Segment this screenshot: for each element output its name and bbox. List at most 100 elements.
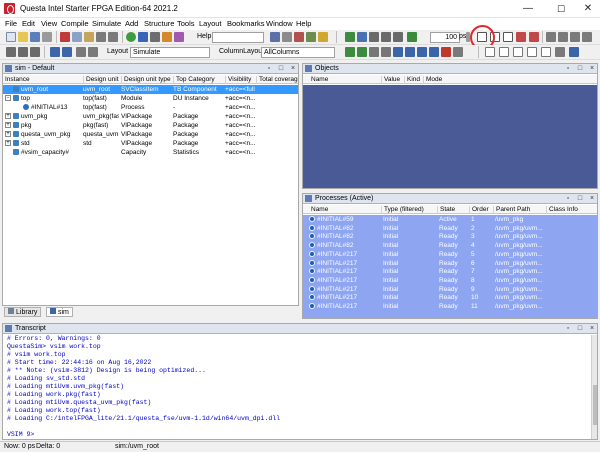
up-arrow-icon[interactable] [369, 32, 379, 42]
break-run-icon[interactable] [516, 32, 526, 42]
right-icon[interactable] [381, 47, 391, 57]
sim-tree-row[interactable]: + pkg pkg(fast) VlPackage Package +acc=<n... [3, 121, 298, 130]
menu-edit[interactable]: Edit [22, 19, 35, 28]
tree-expander-icon[interactable]: + [5, 131, 11, 137]
process-row[interactable]: #INITIAL#217 Initial Ready 6/uvm_pkg/uvm... [303, 258, 597, 268]
step-icon[interactable] [345, 32, 355, 42]
collapse-icon[interactable] [76, 47, 86, 57]
tree-expander-icon[interactable]: + [5, 122, 11, 128]
sim-tree-row[interactable]: + questa_uvm_pkg questa_uvm...VlPackage Pac… [3, 130, 298, 139]
run-length-input[interactable]: 100 [430, 32, 460, 43]
list-add-icon[interactable] [357, 47, 367, 57]
sim-tree-row[interactable]: uvm_root uvm_root SVClassItem TB Component +… [3, 85, 298, 94]
maximize-button[interactable]: ☐ [550, 2, 572, 16]
undo-icon[interactable] [96, 32, 106, 42]
pane-close-icon[interactable]: × [588, 65, 596, 73]
down-icon[interactable] [18, 47, 28, 57]
help-search-icon[interactable] [270, 32, 280, 42]
window-icon[interactable] [569, 47, 579, 57]
process-row[interactable]: #INITIAL#217 Initial Ready 8/uvm_pkg/uvm... [303, 275, 597, 285]
minimize-button[interactable]: — [517, 2, 539, 16]
menu-bookmarks[interactable]: Bookmarks [227, 19, 265, 28]
col-value[interactable]: Value [381, 76, 400, 84]
sim-tree-row[interactable]: - top top(fast) Module DU Instance +acc=<n... [3, 94, 298, 103]
step-over-icon[interactable] [357, 32, 367, 42]
tree-expander-icon[interactable]: + [5, 140, 11, 146]
filter-icon[interactable] [88, 47, 98, 57]
zoom-icon[interactable] [150, 32, 160, 42]
pane-maximize-icon[interactable]: □ [277, 65, 285, 73]
col-instance[interactable]: Instance [3, 76, 30, 84]
sim-tree-row[interactable]: #INITIAL#13 top(fast) Process - +acc=<n... [3, 103, 298, 112]
help-search-input[interactable] [212, 32, 264, 43]
next-edge-icon[interactable] [513, 47, 523, 57]
paste-icon[interactable] [84, 32, 94, 42]
layout-select[interactable]: Simulate [130, 47, 210, 58]
up-icon[interactable] [6, 47, 16, 57]
copy-icon[interactable] [72, 32, 82, 42]
zoom-cursor-icon[interactable] [429, 47, 439, 57]
wave-add-icon[interactable] [345, 47, 355, 57]
close-button[interactable]: ✕ [577, 2, 599, 16]
cut-icon[interactable] [60, 32, 70, 42]
menu-window[interactable]: Window [266, 19, 293, 28]
col-total-coverage[interactable]: Total coverage [256, 76, 298, 84]
dataflow-icon[interactable] [306, 32, 316, 42]
transcript-scrollbar[interactable] [591, 335, 597, 439]
step-out-icon[interactable] [558, 32, 568, 42]
menu-file[interactable]: File [5, 19, 17, 28]
process-row[interactable]: #INITIAL#82 Initial Ready 2/uvm_pkg/uvm... [303, 223, 597, 233]
signals-icon[interactable] [62, 47, 72, 57]
pane-maximize-icon[interactable]: □ [576, 325, 584, 333]
process-row[interactable]: #INITIAL#217 Initial Ready 11/uvm_pkg/uvm..… [303, 302, 597, 311]
col-design-unit-type[interactable]: Design unit type [121, 76, 171, 84]
objects-list[interactable] [303, 85, 597, 188]
menu-layout[interactable]: Layout [199, 19, 222, 28]
menu-help[interactable]: Help [296, 19, 311, 28]
scrollbar-thumb[interactable] [593, 385, 597, 425]
edge-icon[interactable] [485, 47, 495, 57]
compile-icon[interactable] [126, 32, 136, 42]
col-top-category[interactable]: Top Category [173, 76, 215, 84]
menu-add[interactable]: Add [125, 19, 138, 28]
delete-cursor-icon[interactable] [453, 47, 463, 57]
pane-close-icon[interactable]: × [588, 325, 596, 333]
tab-library[interactable]: Library [4, 307, 42, 317]
hierarchy-icon[interactable] [50, 47, 60, 57]
break-icon[interactable] [294, 32, 304, 42]
sim-tree-row[interactable]: + std std VlPackage Package +acc=<n... [3, 139, 298, 148]
zoom-out-icon[interactable] [405, 47, 415, 57]
sim-tree-row[interactable]: #vsim_capacity# Capacity Statistics +acc=<n… [3, 148, 298, 157]
menu-simulate[interactable]: Simulate [92, 19, 121, 28]
pane-maximize-icon[interactable]: □ [576, 65, 584, 73]
process-row[interactable]: #INITIAL#217 Initial Ready 10/uvm_pkg/uvm..… [303, 293, 597, 303]
menu-tools[interactable]: Tools [177, 19, 195, 28]
process-row[interactable]: #INITIAL#217 Initial Ready 7/uvm_pkg/uvm... [303, 267, 597, 277]
new-file-icon[interactable] [6, 32, 16, 42]
tree-expander-icon[interactable]: + [5, 113, 11, 119]
menu-structure[interactable]: Structure [144, 19, 174, 28]
col-name[interactable]: Name [309, 76, 328, 84]
process-row[interactable]: #INITIAL#59 Initial Active 1/uvm_pkg [303, 215, 597, 224]
zoom-full-icon[interactable] [417, 47, 427, 57]
bookmark-icon[interactable] [162, 32, 172, 42]
col-design-unit[interactable]: Design unit [83, 76, 119, 84]
process-row[interactable]: #INITIAL#82 Initial Ready 4/uvm_pkg/uvm... [303, 241, 597, 251]
process-row[interactable]: #INITIAL#217 Initial Ready 9/uvm_pkg/uvm... [303, 284, 597, 294]
menu-view[interactable]: View [41, 19, 57, 28]
process-row[interactable]: #INITIAL#82 Initial Ready 3/uvm_pkg/uvm... [303, 232, 597, 242]
redo-icon[interactable] [108, 32, 118, 42]
step-into-icon[interactable] [546, 32, 556, 42]
lock-cursor-icon[interactable] [541, 47, 551, 57]
tree-expander-icon[interactable]: - [5, 95, 11, 101]
col-visibility[interactable]: Visibility [225, 76, 251, 84]
insert-cursor-icon[interactable] [441, 47, 451, 57]
left-icon[interactable] [369, 47, 379, 57]
step-back-icon[interactable] [570, 32, 580, 42]
zoom-in-icon[interactable] [393, 47, 403, 57]
format-icon[interactable] [555, 47, 565, 57]
find-icon[interactable] [138, 32, 148, 42]
col-kind[interactable]: Kind [404, 76, 420, 84]
expand-icon[interactable] [30, 47, 40, 57]
search-edge-icon[interactable] [527, 47, 537, 57]
